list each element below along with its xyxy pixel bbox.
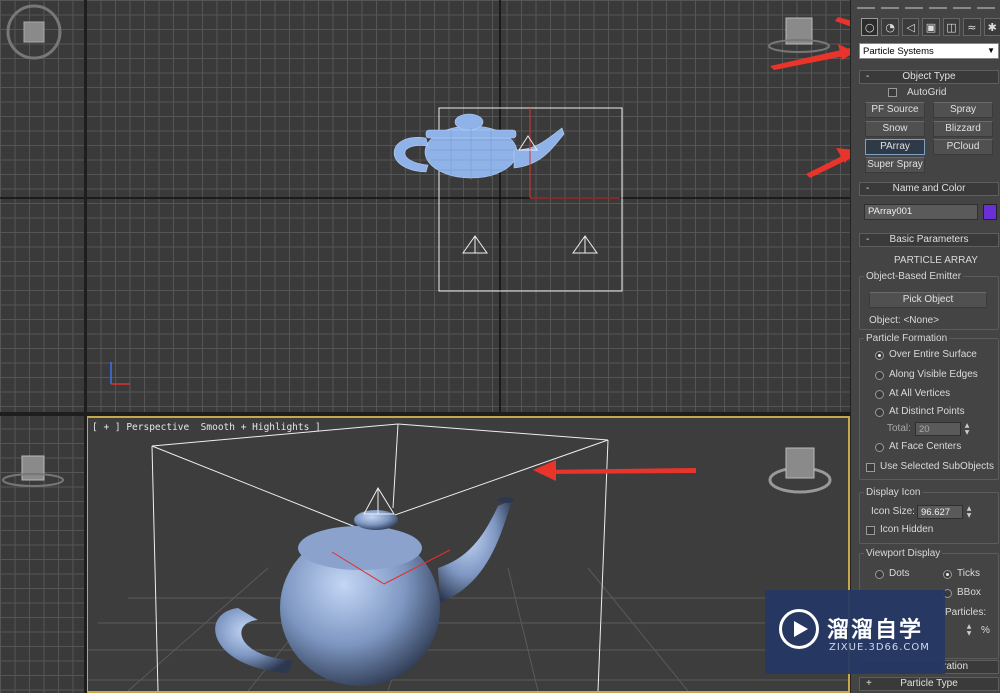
group-label-formation: Particle Formation bbox=[864, 333, 950, 344]
group-label-viewport-display: Viewport Display bbox=[864, 548, 943, 559]
category-dropdown-value: Particle Systems bbox=[863, 46, 934, 57]
play-logo-icon bbox=[779, 609, 819, 649]
geometry-icon[interactable]: ○ bbox=[861, 18, 879, 36]
chevron-down-icon: ▼ bbox=[987, 46, 995, 55]
percent-particles-spinner[interactable]: ▲ ▼ bbox=[965, 623, 973, 637]
pcloud-button[interactable]: PCloud bbox=[933, 139, 993, 155]
label-at-face-centers: At Face Centers bbox=[889, 441, 962, 452]
radio-at-face-centers[interactable] bbox=[875, 443, 884, 452]
parray-button[interactable]: PArray bbox=[865, 139, 925, 155]
spacewarps-icon[interactable]: ≈ bbox=[963, 18, 981, 36]
systems-icon[interactable]: ✱ bbox=[983, 18, 1000, 36]
icon-size-label: Icon Size: bbox=[871, 506, 915, 517]
spray-button[interactable]: Spray bbox=[933, 102, 993, 118]
pick-object-button[interactable]: Pick Object bbox=[869, 292, 987, 308]
percent-sign: % bbox=[981, 625, 990, 636]
rollout-object-type-title: Object Type bbox=[902, 71, 956, 82]
viewcube-top-ring[interactable] bbox=[0, 0, 86, 414]
radio-at-distinct-points[interactable] bbox=[875, 408, 884, 417]
pf-source-button[interactable]: PF Source bbox=[865, 102, 925, 118]
viewport-separator[interactable] bbox=[0, 412, 850, 416]
helpers-icon[interactable]: ◫ bbox=[942, 18, 961, 36]
radio-ticks[interactable] bbox=[943, 570, 952, 579]
cameras-icon[interactable]: ▣ bbox=[922, 18, 940, 36]
perspective-scene bbox=[88, 423, 848, 691]
label-dots: Dots bbox=[889, 568, 910, 579]
icon-size-field[interactable]: 96.627 bbox=[917, 505, 963, 519]
use-selected-subobjects-checkbox[interactable] bbox=[866, 463, 875, 472]
top-view-scene bbox=[86, 0, 850, 414]
rollout-object-type[interactable]: - Object Type bbox=[859, 70, 999, 84]
emitter-object-label: Object: <None> bbox=[869, 315, 940, 326]
total-spinner[interactable]: ▲ ▼ bbox=[963, 422, 971, 436]
group-label-display-icon: Display Icon bbox=[864, 487, 923, 498]
label-bbox: BBox bbox=[957, 587, 981, 598]
use-selected-subobjects-label: Use Selected SubObjects bbox=[880, 461, 994, 472]
rollout-basic-parameters-title: Basic Parameters bbox=[889, 234, 969, 245]
category-dropdown[interactable]: Particle Systems ▼ bbox=[859, 43, 999, 59]
watermark-logo: 溜溜自学 ZIXUE.3D66.COM bbox=[765, 590, 945, 674]
watermark-url: ZIXUE.3D66.COM bbox=[829, 642, 930, 653]
icon-size-spinner[interactable]: ▲ ▼ bbox=[965, 505, 973, 519]
icon-hidden-checkbox[interactable] bbox=[866, 526, 875, 535]
snow-button[interactable]: Snow bbox=[865, 121, 925, 137]
super-spray-button[interactable]: Super Spray bbox=[865, 157, 925, 173]
object-color-swatch[interactable] bbox=[983, 204, 997, 220]
rollout-generation-title: ration bbox=[942, 661, 968, 672]
viewcube-left[interactable] bbox=[0, 414, 86, 693]
rollout-basic-parameters[interactable]: - Basic Parameters bbox=[859, 233, 999, 247]
viewport-top[interactable] bbox=[86, 0, 850, 414]
percent-particles-label: Particles: bbox=[945, 607, 987, 618]
rollout-name-color[interactable]: - Name and Color bbox=[859, 182, 999, 196]
label-along-visible-edges: Along Visible Edges bbox=[889, 369, 978, 380]
shapes-icon[interactable]: ◔ bbox=[881, 18, 899, 36]
label-ticks: Ticks bbox=[957, 568, 980, 579]
viewport-separator-vertical[interactable] bbox=[84, 0, 87, 693]
rollout-particle-type[interactable]: + Particle Type bbox=[859, 677, 999, 691]
label-at-distinct-points: At Distinct Points bbox=[889, 406, 965, 417]
viewcube-perspective bbox=[768, 447, 832, 494]
blizzard-button[interactable]: Blizzard bbox=[933, 121, 993, 137]
autogrid-label: AutoGrid bbox=[907, 87, 947, 98]
viewport-left-top[interactable] bbox=[0, 0, 86, 414]
teapot-wireframe bbox=[393, 113, 565, 179]
particle-array-title: PARTICLE ARRAY bbox=[894, 255, 978, 266]
command-tabs[interactable] bbox=[851, 0, 1000, 10]
label-at-all-vertices: At All Vertices bbox=[889, 388, 951, 399]
create-category-icons: ○ ◔ ◁ ▣ ◫ ≈ ✱ bbox=[851, 16, 1000, 38]
total-label: Total: bbox=[887, 423, 911, 434]
radio-dots[interactable] bbox=[875, 570, 884, 579]
viewport-left[interactable] bbox=[0, 414, 86, 693]
group-label-emitter: Object-Based Emitter bbox=[864, 271, 964, 282]
viewport-perspective[interactable]: [ + ] Perspective Smooth + Highlights ] bbox=[86, 416, 850, 693]
total-field[interactable]: 20 bbox=[915, 422, 961, 436]
radio-over-entire-surface[interactable] bbox=[875, 351, 884, 360]
radio-at-all-vertices[interactable] bbox=[875, 390, 884, 399]
rollout-particle-type-title: Particle Type bbox=[900, 678, 958, 689]
label-over-entire-surface: Over Entire Surface bbox=[889, 349, 977, 360]
object-name-field[interactable]: PArray001 bbox=[864, 204, 978, 220]
teapot-shaded bbox=[215, 497, 514, 686]
app-window: [ + ] Perspective Smooth + Highlights ] bbox=[0, 0, 1000, 693]
lights-icon[interactable]: ◁ bbox=[901, 18, 920, 36]
rollout-name-color-title: Name and Color bbox=[892, 183, 966, 194]
autogrid-checkbox[interactable] bbox=[888, 88, 897, 97]
icon-hidden-label: Icon Hidden bbox=[880, 524, 934, 535]
radio-along-visible-edges[interactable] bbox=[875, 371, 884, 380]
watermark-title: 溜溜自学 bbox=[827, 618, 924, 643]
